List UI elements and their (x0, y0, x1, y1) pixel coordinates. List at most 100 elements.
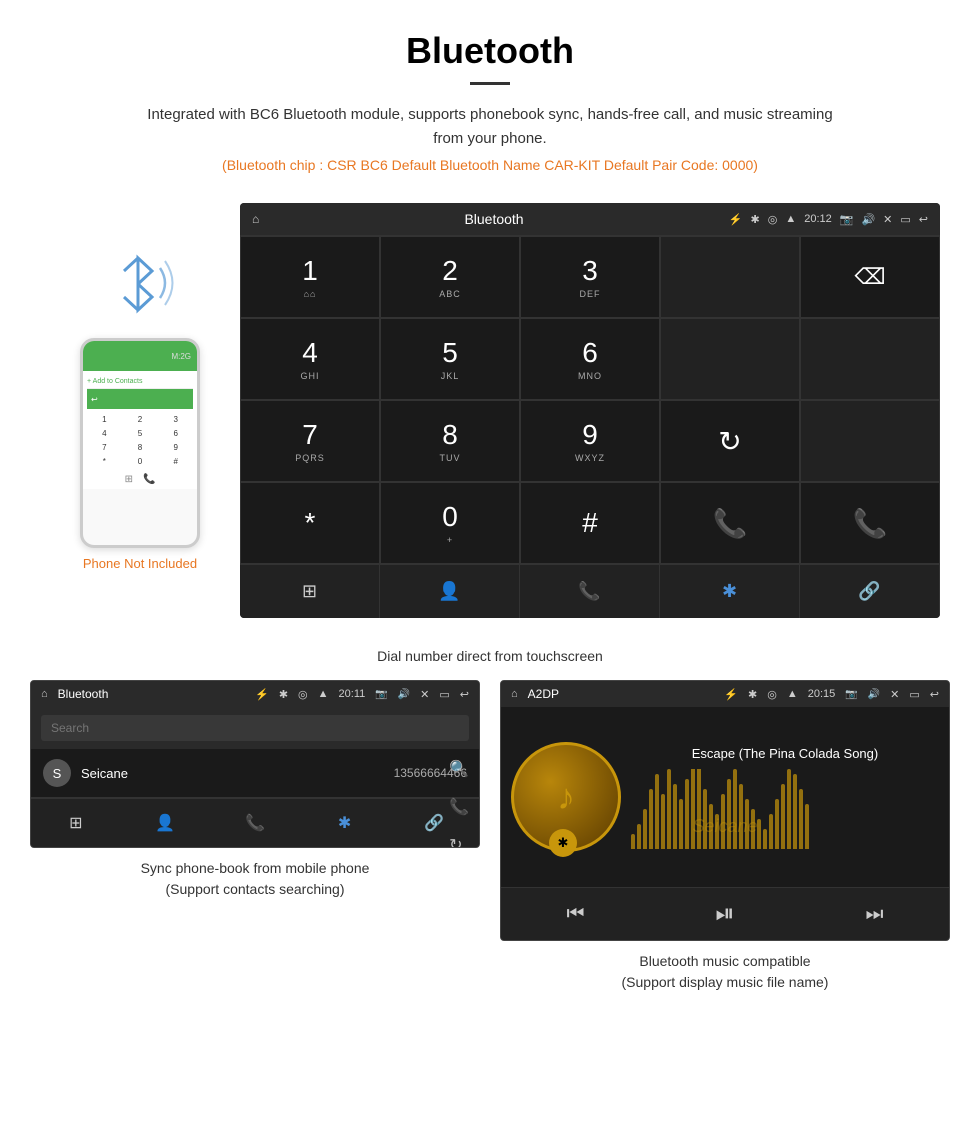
music-screen: ⌂ A2DP ⚡ ✱ ◎ ▲ 20:15 📷 🔊 ✕ ▭ ↩ ♪ ✱ (500, 680, 950, 941)
dial-caption: Dial number direct from touchscreen (0, 638, 980, 680)
pb-contacts-list: S Seicane 13566664466 (31, 749, 479, 798)
dial-empty-2 (800, 318, 940, 400)
phonebook-screen-container: ⌂ Bluetooth ⚡ ✱ ◎ ▲ 20:11 📷 🔊 ✕ ▭ ↩ S (30, 680, 480, 997)
dial-delete-key[interactable]: ⌫ (800, 236, 940, 318)
song-title: Escape (The Pina Colada Song) (631, 746, 939, 761)
pb-usb-icon: ⚡ (255, 688, 269, 701)
a2dp-usb-icon: ⚡ (724, 688, 738, 701)
pb-bottom-bluetooth[interactable]: ✱ (300, 799, 390, 847)
a2dp-vol-icon[interactable]: 🔊 (868, 689, 880, 700)
dial-display (660, 236, 800, 318)
phone-mockup: M:2G + Add to Contacts ↩ 123 456 789 *0#… (80, 338, 200, 548)
bt-badge: ✱ (549, 829, 577, 857)
a2dp-album-container: ♪ ✱ (511, 742, 621, 852)
phonebook-screen: ⌂ Bluetooth ⚡ ✱ ◎ ▲ 20:11 📷 🔊 ✕ ▭ ↩ S (30, 680, 480, 848)
home-icon[interactable]: ⌂ (252, 212, 259, 226)
dial-key-hash[interactable]: # (520, 482, 660, 564)
bluetooth-animation (100, 243, 180, 333)
a2dp-back-icon[interactable]: ↩ (930, 688, 939, 701)
dial-key-1[interactable]: 1⌂⌂ (240, 236, 380, 318)
a2dp-info: Escape (The Pina Colada Song) (631, 746, 939, 849)
dial-bottom-bluetooth[interactable]: ✱ (660, 565, 800, 618)
a2dp-wifi-icon: ▲ (787, 688, 798, 700)
window-icon[interactable]: ▭ (900, 213, 910, 226)
pb-time: 20:11 (339, 688, 366, 700)
pb-contact-row[interactable]: S Seicane 13566664466 (31, 749, 479, 798)
pb-back-icon[interactable]: ↩ (460, 688, 469, 701)
bluetooth-status-icon: ✱ (751, 213, 760, 226)
camera-icon[interactable]: 📷 (840, 213, 854, 226)
dial-screen-title: Bluetooth (271, 211, 717, 227)
dial-key-3[interactable]: 3DEF (520, 236, 660, 318)
pb-bottom-person[interactable]: 👤 (121, 799, 211, 847)
pb-title: Bluetooth (58, 687, 245, 701)
prev-track-btn[interactable]: ⏮ (566, 903, 584, 926)
pb-bt-icon: ✱ (279, 688, 288, 701)
dial-empty-1 (660, 318, 800, 400)
a2dp-cam-icon[interactable]: 📷 (845, 689, 857, 700)
dial-key-9[interactable]: 9WXYZ (520, 400, 660, 482)
dial-key-7[interactable]: 7PQRS (240, 400, 380, 482)
phonebook-caption: Sync phone-book from mobile phone (Suppo… (30, 848, 480, 904)
location-icon: ◎ (768, 213, 778, 226)
pb-home-icon[interactable]: ⌂ (41, 688, 48, 700)
dial-hangup-key[interactable]: 📞 (800, 482, 940, 564)
pb-vol-icon[interactable]: 🔊 (398, 689, 410, 700)
pb-search-input[interactable] (41, 715, 469, 741)
pb-search-icon[interactable]: 🔍 (449, 759, 469, 779)
phone-aside: M:2G + Add to Contacts ↩ 123 456 789 *0#… (40, 203, 240, 571)
signal-icon: ▲ (785, 213, 796, 225)
pb-cam-icon[interactable]: 📷 (375, 689, 387, 700)
pb-close-icon[interactable]: ✕ (420, 688, 429, 701)
dial-call-key[interactable]: 📞 (660, 482, 800, 564)
dial-bottom-link[interactable]: 🔗 (800, 565, 940, 618)
a2dp-controls: ⏮ ⏯ ⏭ (501, 887, 949, 940)
phone-keypad: 123 456 789 *0# (87, 413, 193, 468)
play-pause-btn[interactable]: ⏯ (715, 900, 734, 928)
dial-bottom-phone[interactable]: 📞 (520, 565, 660, 618)
pb-loc-icon: ◎ (298, 688, 308, 701)
dial-bottom-contacts[interactable]: 👤 (380, 565, 520, 618)
dial-empty-3 (800, 400, 940, 482)
phone-screen-top: M:2G (83, 341, 197, 371)
dial-key-4[interactable]: 4GHI (240, 318, 380, 400)
title-divider (470, 82, 510, 85)
volume-icon[interactable]: 🔊 (861, 213, 875, 226)
back-icon[interactable]: ↩ (919, 213, 928, 226)
a2dp-close-icon[interactable]: ✕ (890, 688, 899, 701)
contact-name: Seicane (81, 766, 384, 781)
a2dp-time: 20:15 (808, 688, 836, 700)
next-track-btn[interactable]: ⏭ (866, 903, 884, 926)
a2dp-title: A2DP (528, 687, 715, 701)
pb-bottom-phone[interactable]: 📞 (210, 799, 300, 847)
dial-refresh-key[interactable]: ↻ (660, 400, 800, 482)
dial-key-2[interactable]: 2ABC (380, 236, 520, 318)
a2dp-body: ♪ ✱ Escape (The Pina Colada Song) Seican… (501, 707, 949, 887)
time-display: 20:12 (804, 213, 832, 225)
audio-visualizer (631, 769, 939, 849)
dial-screen: ⌂ Bluetooth ⚡ ✱ ◎ ▲ 20:12 📷 🔊 ✕ ▭ ↩ 1⌂⌂ … (240, 203, 940, 618)
pb-phone-icon[interactable]: 📞 (449, 797, 469, 817)
pb-rect-icon[interactable]: ▭ (439, 688, 449, 701)
dial-topbar: ⌂ Bluetooth ⚡ ✱ ◎ ▲ 20:12 📷 🔊 ✕ ▭ ↩ (240, 203, 940, 235)
pb-bottom-bar: ⊞ 👤 📞 ✱ 🔗 (31, 798, 479, 847)
status-icons: ⚡ ✱ ◎ ▲ 20:12 📷 🔊 ✕ ▭ ↩ (729, 213, 928, 226)
dial-bottom-grid[interactable]: ⊞ (240, 565, 380, 618)
dial-key-5[interactable]: 5JKL (380, 318, 520, 400)
dial-key-star[interactable]: * (240, 482, 380, 564)
close-icon[interactable]: ✕ (883, 213, 892, 226)
page-title: Bluetooth (20, 30, 960, 72)
dial-key-0[interactable]: 0+ (380, 482, 520, 564)
pb-bottom-grid[interactable]: ⊞ (31, 799, 121, 847)
pb-refresh-icon[interactable]: ↻ (449, 835, 469, 848)
dial-key-8[interactable]: 8TUV (380, 400, 520, 482)
pb-wifi-icon: ▲ (318, 688, 329, 700)
music-note-icon: ♪ (557, 776, 575, 818)
a2dp-home-icon[interactable]: ⌂ (511, 688, 518, 700)
a2dp-rect-icon[interactable]: ▭ (909, 688, 919, 701)
dial-key-6[interactable]: 6MNO (520, 318, 660, 400)
a2dp-topbar: ⌂ A2DP ⚡ ✱ ◎ ▲ 20:15 📷 🔊 ✕ ▭ ↩ (501, 681, 949, 707)
pb-contacts-body: S Seicane 13566664466 🔍 📞 ↻ (31, 749, 479, 798)
dial-key-grid: 1⌂⌂ 2ABC 3DEF ⌫ 4GHI 5JKL 6MNO (240, 235, 940, 564)
a2dp-loc-icon: ◎ (767, 688, 777, 701)
